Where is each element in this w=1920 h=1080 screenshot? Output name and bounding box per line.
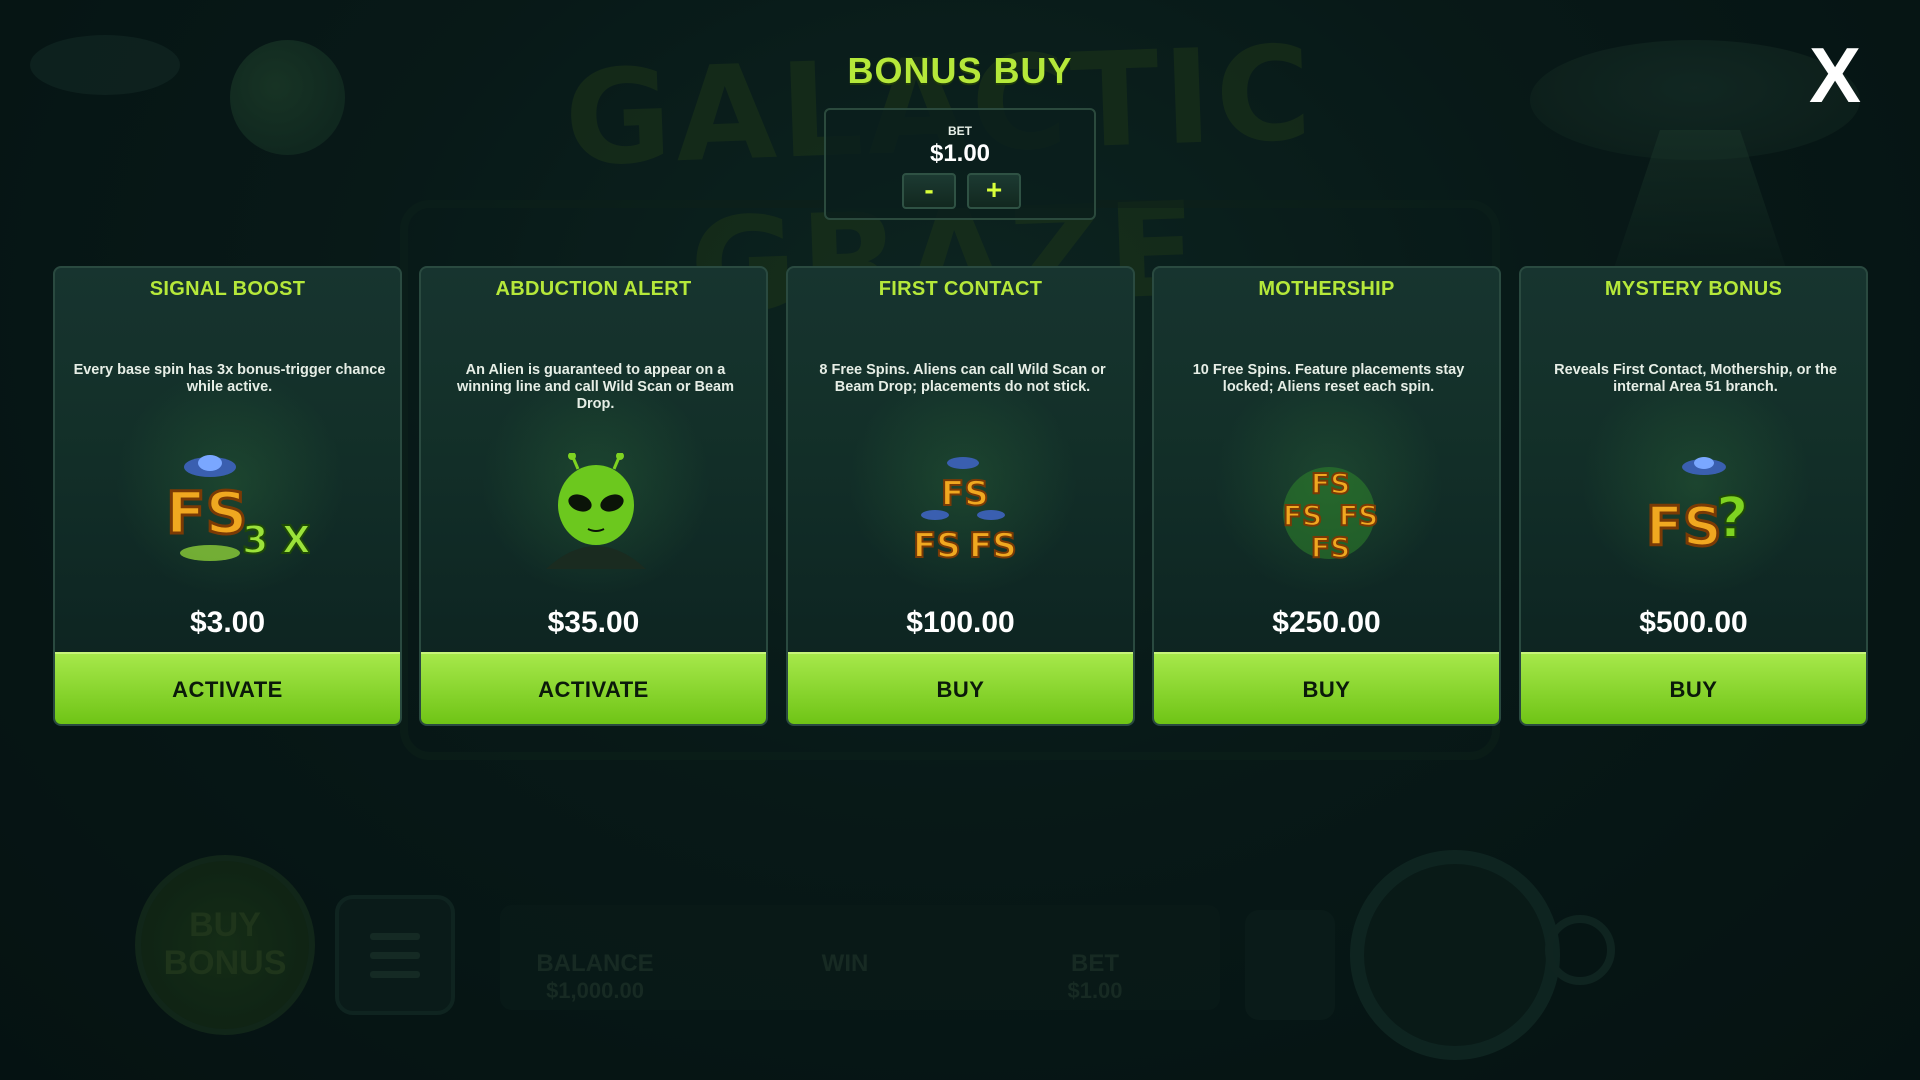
bonus-card-abduction-alert: ABDUCTION ALERT An Alien is guaranteed t… (419, 266, 768, 726)
svg-text:FS: FS (1283, 499, 1322, 532)
card-description: 10 Free Spins. Feature placements stay l… (1192, 362, 1465, 395)
bet-decrease-button[interactable]: - (902, 173, 956, 209)
card-price: $35.00 (547, 606, 640, 639)
card-price: $3.00 (189, 606, 266, 639)
bet-increase-button[interactable]: + (967, 173, 1021, 209)
card-price: $100.00 (906, 606, 1015, 639)
card-title: MOTHERSHIP (1258, 278, 1395, 300)
card-price: $250.00 (1272, 606, 1381, 639)
card-price: $500.00 (1639, 606, 1748, 639)
svg-text:FS: FS (969, 526, 1017, 566)
card-description: 8 Free Spins. Aliens can call Wild Scan … (819, 362, 1106, 395)
bet-value: $1.00 (929, 140, 991, 167)
card-title: MYSTERY BONUS (1604, 278, 1783, 300)
bonus-cards: SIGNAL BOOST Every base spin has 3x bonu… (53, 266, 1868, 726)
card-title: FIRST CONTACT (878, 278, 1043, 300)
fs-triple-icon: FS FS FS (912, 457, 1018, 567)
alien-icon (546, 453, 646, 569)
activate-button[interactable]: ACTIVATE (421, 652, 766, 724)
svg-text:FS: FS (1646, 495, 1722, 558)
svg-text:3 X: 3 X (242, 518, 310, 562)
fs-3x-icon: FS 3 X (165, 455, 310, 563)
bonus-card-mothership: MOTHERSHIP 10 Free Spins. Feature placem… (1152, 266, 1501, 726)
svg-text:FS: FS (1311, 531, 1350, 564)
modal-title: BONUS BUY (847, 50, 1073, 91)
svg-text:FS: FS (913, 526, 961, 566)
close-button[interactable]: X (1800, 36, 1870, 114)
svg-text:FS: FS (1339, 499, 1378, 532)
svg-text:FS: FS (166, 479, 247, 547)
buy-button[interactable]: BUY (788, 652, 1133, 724)
bonus-card-mystery-bonus: MYSTERY BONUS Reveals First Contact, Mot… (1519, 266, 1868, 726)
fs-quad-icon: FS FS FS FS (1282, 466, 1379, 565)
bet-label: BET (948, 124, 972, 138)
buy-button[interactable]: BUY (1521, 652, 1866, 724)
card-title: ABDUCTION ALERT (495, 278, 692, 300)
card-description: An Alien is guaranteed to appear on a wi… (456, 362, 735, 412)
card-description: Reveals First Contact, Mothership, or th… (1554, 362, 1837, 395)
svg-text:FS: FS (1311, 467, 1350, 500)
bonus-card-signal-boost: SIGNAL BOOST Every base spin has 3x bonu… (53, 266, 402, 726)
fs-mystery-icon: FS ? (1645, 457, 1749, 560)
buy-button[interactable]: BUY (1154, 652, 1499, 724)
activate-button[interactable]: ACTIVATE (55, 652, 400, 724)
svg-text:FS: FS (941, 474, 989, 514)
svg-text:?: ? (1716, 486, 1748, 551)
bonus-card-first-contact: FIRST CONTACT 8 Free Spins. Aliens can c… (786, 266, 1135, 726)
bet-panel: BET $1.00 - + (824, 108, 1096, 220)
card-title: SIGNAL BOOST (149, 278, 306, 300)
card-description: Every base spin has 3x bonus-trigger cha… (73, 362, 386, 395)
